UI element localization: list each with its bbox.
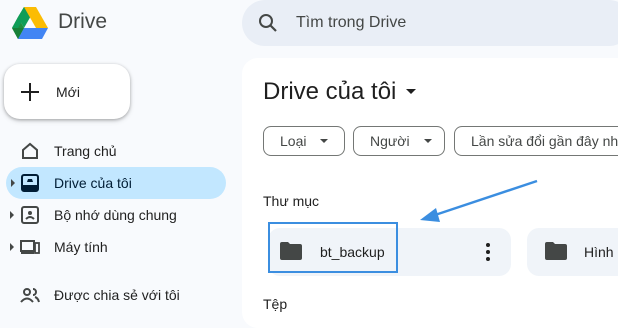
annotation-arrow-icon (420, 179, 538, 222)
